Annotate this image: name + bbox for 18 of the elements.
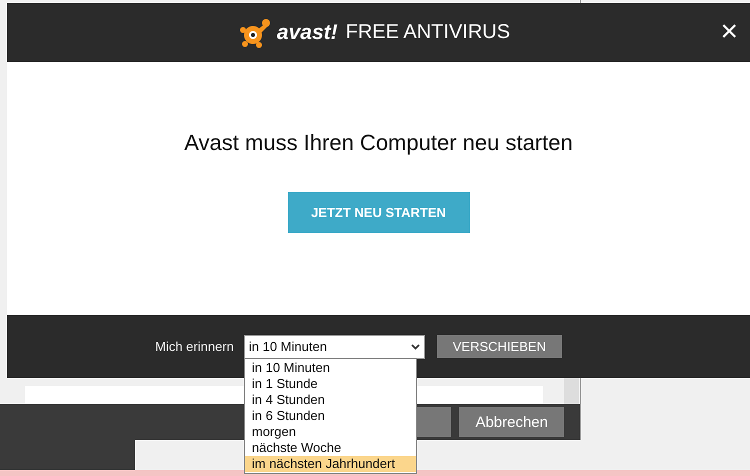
dropdown-option[interactable]: im nächsten Jahrhundert: [244, 456, 416, 472]
dropdown-option[interactable]: in 1 Stunde: [244, 376, 416, 392]
postpone-button[interactable]: VERSCHIEBEN: [436, 335, 562, 358]
message-text: Avast muss Ihren Computer neu starten: [184, 130, 573, 156]
scrollbar[interactable]: [564, 376, 579, 404]
dropdown-option[interactable]: nächste Woche: [244, 440, 416, 456]
caret-icon: [410, 344, 420, 350]
dropdown-option[interactable]: morgen: [244, 424, 416, 440]
dropdown-option[interactable]: in 6 Stunden: [244, 408, 416, 424]
remind-dropdown[interactable]: in 10 Minuten: [244, 334, 425, 358]
remind-label: Mich erinnern: [155, 339, 234, 354]
close-button[interactable]: ×: [720, 19, 738, 45]
logo-icon: [238, 18, 273, 48]
logo-text: avast!: [276, 20, 338, 44]
window-title: FREE ANTIVIRUS: [346, 21, 510, 44]
dropdown-option[interactable]: in 4 Stunden: [244, 392, 416, 408]
dropdown-option[interactable]: in 10 Minuten: [244, 360, 416, 376]
cancel-button[interactable]: Abbrechen: [459, 407, 564, 437]
